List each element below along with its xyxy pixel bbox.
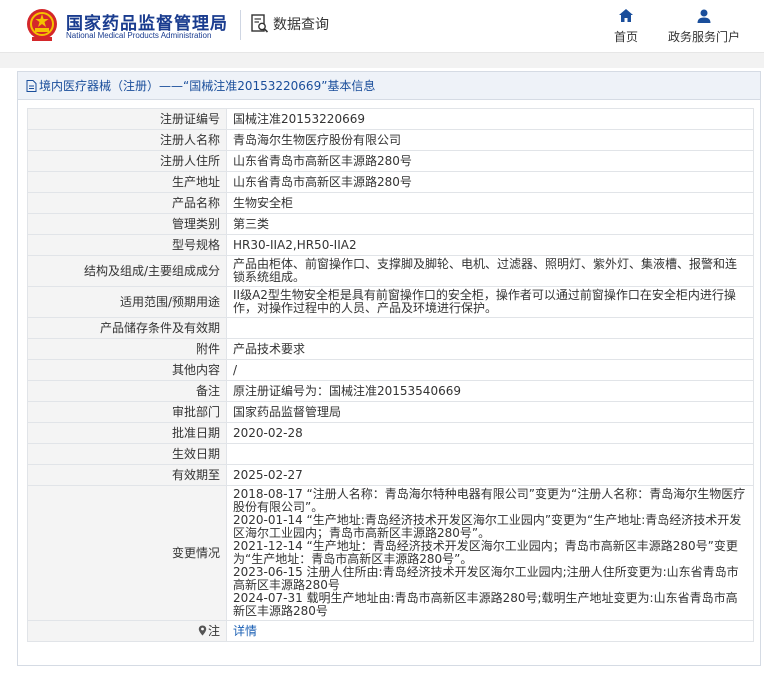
field-value: II级A2型生物安全柜是具有前窗操作口的安全柜，操作者可以通过前窗操作口在安全柜…: [226, 286, 754, 318]
user-icon: [697, 9, 711, 23]
note-value: 详情: [226, 620, 754, 642]
change-history-list: 2018-08-17 “注册人名称：青岛海尔特种电器有限公司”变更为“注册人名称…: [226, 485, 754, 621]
panel-title-text: 境内医疗器械（注册）——“国械注准20153220669”基本信息: [39, 78, 376, 93]
device-info-table: 注册证编号 国械注准20153220669 注册人名称 青岛海尔生物医疗股份有限公司…: [27, 108, 754, 642]
details-link[interactable]: 详情: [233, 624, 257, 638]
table-row: 注册人住所 山东省青岛市高新区丰源路280号: [27, 150, 754, 172]
nav-service-portal-label: 政务服务门户: [668, 30, 741, 44]
field-value: 国家药品监督管理局: [226, 401, 754, 423]
table-row: 其他内容 /: [27, 359, 754, 381]
change-entry: 2020-01-14 “生产地址:青岛经济技术开发区海尔工业园内”变更为“生产地…: [233, 513, 742, 540]
change-history-row: 变更情况 2018-08-17 “注册人名称：青岛海尔特种电器有限公司”变更为“…: [27, 485, 754, 621]
nav-service-portal[interactable]: 政务服务门户: [668, 8, 740, 45]
site-name-english: National Medical Products Administration: [66, 31, 212, 40]
data-query-link[interactable]: 数据查询: [251, 14, 329, 34]
table-row: 注册证编号 国械注准20153220669: [27, 108, 754, 130]
table-row: 结构及组成/主要组成成分 产品由柜体、前窗操作口、支撑脚及脚轮、电机、过滤器、照明…: [27, 255, 754, 287]
site-header: 国家药品监督管理局 National Medical Products Admi…: [0, 0, 764, 52]
field-label: 产品储存条件及有效期: [27, 317, 227, 339]
field-label: 适用范围/预期用途: [27, 286, 227, 318]
field-value: [226, 317, 754, 339]
data-query-label: 数据查询: [273, 17, 329, 33]
field-label: 附件: [27, 338, 227, 360]
document-search-icon: [251, 14, 269, 33]
field-label: 生产地址: [27, 171, 227, 193]
field-label: 产品名称: [27, 192, 227, 214]
panel-title: 境内医疗器械（注册）——“国械注准20153220669”基本信息: [18, 72, 760, 100]
field-label: 审批部门: [27, 401, 227, 423]
field-value: 山东省青岛市高新区丰源路280号: [226, 171, 754, 193]
field-value: 青岛海尔生物医疗股份有限公司: [226, 129, 754, 151]
table-row: 注册人名称 青岛海尔生物医疗股份有限公司: [27, 129, 754, 151]
change-entry: 2021-12-14 “生产地址：青岛经济技术开发区海尔工业园内；青岛市高新区丰…: [233, 539, 738, 566]
table-row: 产品名称 生物安全柜: [27, 192, 754, 214]
field-value: 原注册证编号为：国械注准20153540669: [226, 380, 754, 402]
table-row: 有效期至 2025-02-27: [27, 464, 754, 486]
field-value: /: [226, 359, 754, 381]
field-label: 备注: [27, 380, 227, 402]
table-row: 管理类别 第三类: [27, 213, 754, 235]
map-pin-icon: [198, 625, 207, 635]
field-value: [226, 443, 754, 465]
table-row: 适用范围/预期用途 II级A2型生物安全柜是具有前窗操作口的安全柜，操作者可以通过…: [27, 286, 754, 318]
note-label: 注: [27, 620, 227, 642]
change-entry: 2024-07-31 载明生产地址由:青岛市高新区丰源路280号;载明生产地址变…: [233, 591, 738, 618]
field-label: 有效期至: [27, 464, 227, 486]
table-row: 审批部门 国家药品监督管理局: [27, 401, 754, 423]
field-label: 注册人住所: [27, 150, 227, 172]
note-row: 注 详情: [27, 620, 754, 642]
field-label: 其他内容: [27, 359, 227, 381]
table-row: 附件 产品技术要求: [27, 338, 754, 360]
field-label: 结构及组成/主要组成成分: [27, 255, 227, 287]
field-value: 产品技术要求: [226, 338, 754, 360]
field-value: HR30-IIA2,HR50-IIA2: [226, 234, 754, 256]
field-label: 注册人名称: [27, 129, 227, 151]
change-entry: 2018-08-17 “注册人名称：青岛海尔特种电器有限公司”变更为“注册人名称…: [233, 487, 746, 514]
document-icon: [26, 79, 37, 92]
national-emblem-icon: [27, 9, 57, 41]
field-label: 生效日期: [27, 443, 227, 465]
field-label: 型号规格: [27, 234, 227, 256]
table-row: 批准日期 2020-02-28: [27, 422, 754, 444]
header-bottom-bar: [0, 52, 764, 68]
table-row: 备注 原注册证编号为：国械注准20153540669: [27, 380, 754, 402]
header-divider: [240, 10, 241, 40]
field-value: 第三类: [226, 213, 754, 235]
change-entry: 2023-06-15 注册人住所由:青岛经济技术开发区海尔工业园内;注册人住所变…: [233, 565, 739, 592]
table-row: 产品储存条件及有效期: [27, 317, 754, 339]
home-icon: [619, 9, 633, 22]
table-row: 生产地址 山东省青岛市高新区丰源路280号: [27, 171, 754, 193]
device-info-panel: 境内医疗器械（注册）——“国械注准20153220669”基本信息 注册证编号国…: [17, 71, 761, 666]
field-value: 2025-02-27: [226, 464, 754, 486]
field-value: 2020-02-28: [226, 422, 754, 444]
nav-home[interactable]: 首页: [614, 8, 638, 45]
field-value: 山东省青岛市高新区丰源路280号: [226, 150, 754, 172]
field-label: 管理类别: [27, 213, 227, 235]
table-row: 生效日期: [27, 443, 754, 465]
field-label: 批准日期: [27, 422, 227, 444]
note-label-text: 注: [207, 623, 220, 638]
nav-home-label: 首页: [614, 30, 639, 44]
field-label: 注册证编号: [27, 108, 227, 130]
field-label: 变更情况: [27, 485, 227, 621]
field-value: 产品由柜体、前窗操作口、支撑脚及脚轮、电机、过滤器、照明灯、紫外灯、集液槽、报警…: [226, 255, 754, 287]
field-value: 国械注准20153220669: [226, 108, 754, 130]
field-value: 生物安全柜: [226, 192, 754, 214]
table-row: 型号规格 HR30-IIA2,HR50-IIA2: [27, 234, 754, 256]
